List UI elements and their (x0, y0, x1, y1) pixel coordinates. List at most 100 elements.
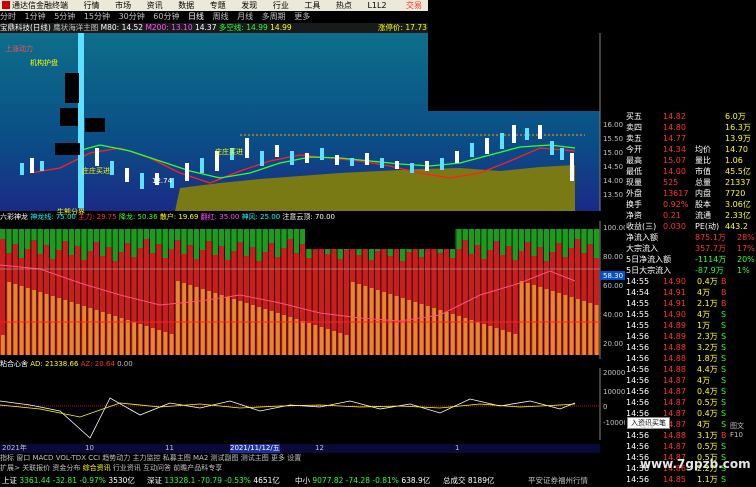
sub1-fanhong: 翻红: 35.00 (200, 213, 240, 221)
watermark-text: www.7gpzb.com (640, 457, 751, 471)
sub1-bar-orange (38, 292, 43, 355)
sub1-bar-orange (538, 287, 543, 355)
chart-area[interactable]: 16.00 15.50 15.00 14.50 14.00 13.50 上涨动力… (0, 33, 625, 441)
sub1-bar-green (568, 229, 575, 248)
period-tab[interactable]: 月线 (237, 12, 253, 21)
menu-item[interactable]: 发现 (241, 1, 257, 10)
sub1-bar-orange (269, 311, 274, 355)
sub2-axis: 20000 10000 0 -10000 (603, 369, 625, 427)
ind-tab[interactable]: MACD (32, 454, 53, 462)
ind-tab[interactable]: VOL-TDX (56, 454, 86, 462)
sub1-bar-orange (251, 305, 255, 355)
index-zx[interactable]: 中小 9077.82 -74.28 -0.81% 638.9亿 (295, 475, 430, 487)
sub1-shenlong: 神龙线: 75.00 (30, 213, 76, 221)
period-tab-active[interactable]: 日线 (188, 12, 204, 21)
f10-button[interactable]: 图文F10 (730, 421, 755, 439)
stat-row: 最低 14.00 市值 45.5亿 (626, 167, 751, 176)
sub1-bar-orange (432, 308, 436, 355)
ind-tab[interactable]: 主力监控 (133, 454, 161, 462)
tick-row: 14:5614.874万S (626, 376, 727, 385)
tick-row: 14:56 14.89 2.3万 S (626, 332, 727, 341)
period-tab[interactable]: 5分钟 (54, 12, 75, 21)
sub1-bar-orange (413, 302, 418, 355)
sub1-bar-orange (563, 295, 568, 355)
tick-row: 14:56 14.85 1.1万 S (626, 475, 727, 484)
sub1-bar-orange (382, 292, 386, 355)
ind-tab[interactable]: 指标 (0, 454, 14, 462)
ext-tab[interactable]: 互动问答 (143, 464, 171, 472)
template-button[interactable]: 模板 (640, 421, 654, 431)
tick-row: 14:55 14.90 0.4万 B (626, 277, 727, 286)
tick-row: 14:55 14.90 4万 S (626, 310, 727, 319)
sub1-bar-orange (107, 314, 111, 355)
sub1-bar-orange (238, 301, 243, 355)
period-tab[interactable]: 15分钟 (84, 12, 110, 21)
index-sh[interactable]: 上证 3361.44 -32.81 -0.97% 3530亿 (2, 475, 135, 487)
sub1-tick: 80.00 (603, 253, 623, 261)
menu-item[interactable]: 市场 (115, 1, 131, 10)
sub1-bar-green (231, 229, 237, 251)
menu-item[interactable]: 行情 (84, 1, 100, 10)
ext-tab[interactable]: 综合资讯 (83, 464, 111, 472)
ind-tab[interactable]: 更多 (271, 454, 285, 462)
menu-item[interactable]: 工具 (304, 1, 320, 10)
sub1-bar-orange (119, 318, 124, 355)
ind-tab[interactable]: MA2 (193, 454, 208, 462)
sub1-bar-orange (88, 308, 93, 355)
sub1-bar-orange (1, 335, 5, 355)
indicator-tabs: 指标 窗口 MACD VOL-TDX CCI 趋势动力 主力监控 私募主图 MA… (0, 454, 620, 463)
period-tab[interactable]: 更多 (294, 12, 310, 21)
sub2-az: AZ: 20.64 (80, 360, 115, 368)
period-tab[interactable]: 周线 (213, 12, 229, 21)
period-tab[interactable]: 30分钟 (119, 12, 145, 21)
ext-tab[interactable]: 前瞻产品科专享 (173, 464, 222, 472)
x-tick: 11 (165, 444, 174, 452)
sub1-bar-orange (144, 326, 149, 355)
sub1-bar-green (275, 229, 281, 257)
sub1-bar-orange (44, 294, 49, 355)
sub2-tick: 10000 (603, 388, 625, 396)
stat-row: 今开 14.34 均价 14.70 (626, 145, 748, 154)
sub2-x: 0.00 (117, 360, 133, 368)
period-tab[interactable]: 1分钟 (25, 12, 46, 21)
sub1-xianglong: 降龙: 50.36 (118, 213, 158, 221)
menu-item[interactable]: 热点 (336, 1, 352, 10)
ext-tab[interactable]: 扩展> (0, 464, 20, 472)
ind-tab[interactable]: 测试主图 (241, 454, 269, 462)
ind-tab[interactable]: 窗口 (16, 454, 30, 462)
menu-item[interactable]: 资讯 (147, 1, 163, 10)
sub1-bar-green (156, 229, 162, 244)
menu-item[interactable]: L1L2 (367, 1, 386, 10)
trade-button[interactable]: 交易 (406, 0, 422, 11)
index-sz[interactable]: 深证 13328.1 -70.79 -0.53% 4651亿 (147, 475, 280, 487)
period-tab[interactable]: 分时 (0, 12, 16, 21)
price-axis: 16.00 15.50 15.00 14.50 14.00 13.50 (603, 121, 623, 199)
sub2-tick: 0 (603, 403, 607, 411)
ind-tab[interactable]: CCI (88, 454, 100, 462)
m80-value: M80: 14.52 (100, 23, 144, 32)
menu-item[interactable]: 数据 (178, 1, 194, 10)
period-tabs: 分时 1分钟 5分钟 15分钟 30分钟 60分钟 日线 周线 月线 多周期 更… (0, 11, 428, 23)
sub1-bar-green (118, 229, 125, 252)
sub1-bar-green (193, 229, 200, 259)
ind-tab[interactable]: 设置 (287, 454, 301, 462)
ext-tab[interactable]: 资金分布 (52, 464, 80, 472)
ind-tab[interactable]: 测试副图 (211, 454, 239, 462)
sub1-bar-orange (388, 294, 393, 355)
ask-row: 卖五 14.77 13.9万 (626, 134, 751, 143)
sub1-bar-orange (163, 332, 168, 355)
sub1-bar-green (531, 229, 537, 256)
sub1-bar-orange (101, 312, 105, 355)
period-tab[interactable]: 多周期 (262, 12, 286, 21)
menu-item[interactable]: 专题 (210, 1, 226, 10)
menu-item[interactable]: 行业 (273, 1, 289, 10)
ext-tab[interactable]: 关联报价 (22, 464, 50, 472)
period-tab[interactable]: 60分钟 (153, 12, 179, 21)
sub1-axis: 100.00 80.00 60.00 40.00 20.00 (603, 224, 625, 348)
sub1-bar-green (37, 229, 43, 254)
ext-tab[interactable]: 行业资讯 (113, 464, 141, 472)
sub1-bar-orange (7, 282, 11, 355)
price-tick: 15.00 (603, 149, 623, 157)
ind-tab[interactable]: 私募主图 (163, 454, 191, 462)
ind-tab[interactable]: 趋势动力 (102, 454, 130, 462)
